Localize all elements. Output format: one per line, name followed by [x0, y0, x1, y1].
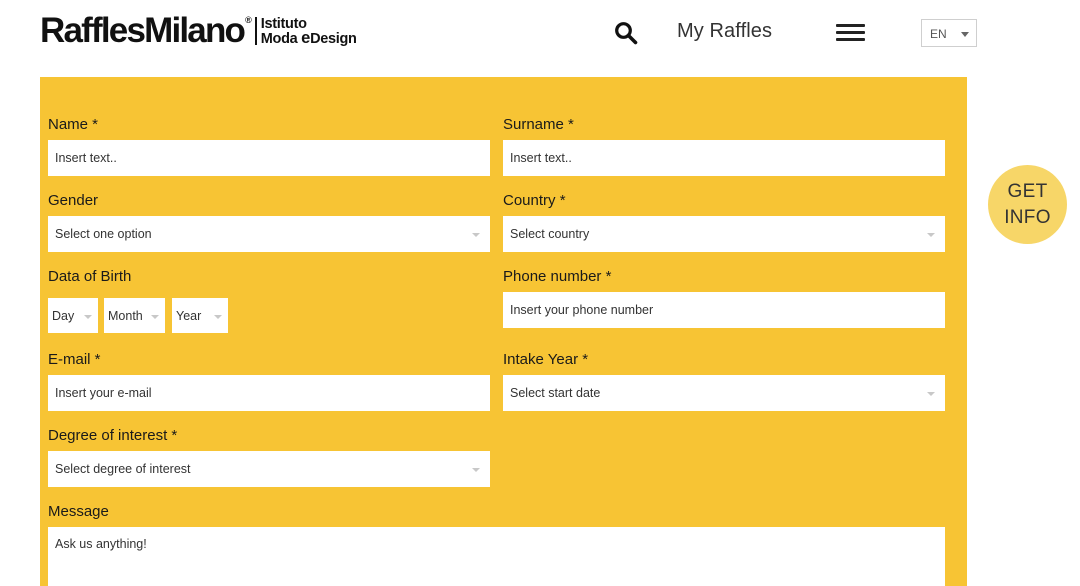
phone-placeholder: Insert your phone number: [510, 303, 654, 317]
intake-year-label: Intake Year *: [503, 351, 589, 368]
logo-wordmark: RafflesMilano: [40, 11, 246, 50]
get-info-line2: INFO: [1004, 206, 1051, 228]
gender-label: Gender: [48, 192, 99, 209]
date-of-birth-label: Data of Birth: [48, 268, 132, 285]
birth-year-select[interactable]: Year: [172, 298, 228, 333]
chevron-down-icon: [84, 315, 92, 319]
birth-year-value: Year: [176, 309, 202, 323]
my-raffles-link[interactable]: My Raffles: [677, 20, 772, 43]
email-placeholder: Insert your e-mail: [55, 386, 152, 400]
message-textarea[interactable]: Ask us anything!: [48, 527, 945, 586]
gender-select[interactable]: Select one option: [48, 216, 490, 252]
hamburger-menu-icon[interactable]: [836, 24, 865, 42]
name-label: Name *: [48, 116, 99, 133]
message-placeholder: Ask us anything!: [55, 537, 147, 551]
chevron-down-icon: [151, 315, 159, 319]
chevron-down-icon: [472, 468, 480, 472]
logo-divider: [254, 17, 257, 45]
degree-label: Degree of interest *: [48, 427, 178, 444]
chevron-down-icon: [927, 392, 935, 396]
intake-year-select[interactable]: Select start date: [503, 375, 945, 411]
name-field[interactable]: Insert text..: [48, 140, 490, 176]
phone-field[interactable]: Insert your phone number: [503, 292, 945, 328]
email-field[interactable]: Insert your e-mail: [48, 375, 490, 411]
chevron-down-icon: [472, 233, 480, 237]
get-info-button[interactable]: GET INFO: [988, 165, 1067, 244]
country-select[interactable]: Select country: [503, 216, 945, 252]
surname-placeholder: Insert text..: [510, 151, 572, 165]
birth-month-select[interactable]: Month: [104, 298, 165, 333]
logo-subtitle: Istituto Moda eDesign: [260, 17, 357, 47]
birth-day-value: Day: [52, 309, 75, 323]
degree-select[interactable]: Select degree of interest: [48, 451, 490, 487]
phone-label: Phone number *: [503, 268, 612, 285]
email-label: E-mail *: [48, 351, 101, 368]
logo-registered-mark: ®: [245, 15, 252, 25]
language-select[interactable]: EN: [921, 19, 977, 47]
chevron-down-icon: [961, 32, 969, 37]
country-label: Country *: [503, 192, 566, 209]
birth-day-select[interactable]: Day: [48, 298, 98, 333]
search-icon[interactable]: [614, 21, 638, 45]
logo-subtitle-line2: Moda eDesign: [260, 29, 357, 47]
degree-placeholder: Select degree of interest: [55, 462, 191, 476]
logo[interactable]: RafflesMilano ® Istituto Moda eDesign: [40, 11, 357, 51]
surname-field[interactable]: Insert text..: [503, 140, 945, 176]
message-label: Message: [48, 503, 109, 520]
birth-month-value: Month: [108, 309, 143, 323]
intake-year-placeholder: Select start date: [510, 386, 601, 400]
chevron-down-icon: [214, 315, 222, 319]
language-selected-value: EN: [930, 27, 947, 41]
surname-label: Surname *: [503, 116, 574, 133]
gender-placeholder: Select one option: [55, 227, 152, 241]
get-info-line1: GET: [1007, 180, 1048, 202]
chevron-down-icon: [927, 233, 935, 237]
name-placeholder: Insert text..: [55, 151, 117, 165]
country-placeholder: Select country: [510, 227, 590, 241]
